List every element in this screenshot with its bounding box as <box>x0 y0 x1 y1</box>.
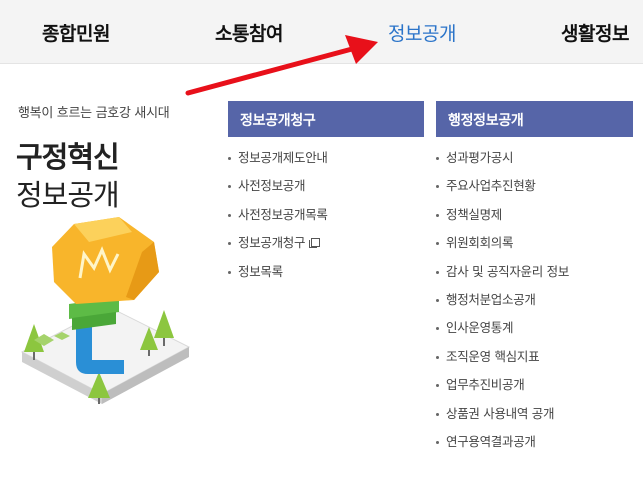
menu-item-voucher-usage[interactable]: 상품권 사용내역 공개 <box>436 404 569 432</box>
menu-item-personnel-stats[interactable]: 인사운영통계 <box>436 318 569 346</box>
nav-item-civil-service[interactable]: 종합민원 <box>42 19 110 46</box>
menu-item-admin-disposition[interactable]: 행정처분업소공개 <box>436 290 569 318</box>
column-header-info-request[interactable]: 정보공개청구 <box>228 101 424 137</box>
lightbulb-illustration <box>20 217 191 404</box>
menu-item-performance[interactable]: 성과평가공시 <box>436 148 569 176</box>
menu-item-major-projects[interactable]: 주요사업추진현황 <box>436 176 569 204</box>
new-window-icon <box>309 238 321 249</box>
menu-item-committee-minutes[interactable]: 위원회회의록 <box>436 233 569 261</box>
promo-title-secondary: 정보공개 <box>16 178 120 212</box>
menu-item-expense-disclosure[interactable]: 업무추진비공개 <box>436 375 569 403</box>
menu-item-disclosure-guide[interactable]: 정보공개제도안내 <box>228 148 328 176</box>
nav-item-info-disclosure[interactable]: 정보공개 <box>388 19 456 46</box>
admin-info-menu: 성과평가공시 주요사업추진현황 정책실명제 위원회회의록 감사 및 공직자윤리 … <box>436 148 569 460</box>
promo-title: 구정혁신 <box>16 140 120 174</box>
menu-item-research-results[interactable]: 연구용역결과공개 <box>436 432 569 460</box>
top-navigation: 종합민원 소통참여 정보공개 생활정보 <box>0 0 643 64</box>
menu-item-policy-name[interactable]: 정책실명제 <box>436 205 569 233</box>
column-header-admin-info[interactable]: 행정정보공개 <box>436 101 633 137</box>
menu-item-audit-ethics[interactable]: 감사 및 공직자윤리 정보 <box>436 262 569 290</box>
promo-subtitle: 행복이 흐르는 금호강 새시대 <box>18 106 170 121</box>
info-request-menu: 정보공개제도안내 사전정보공개 사전정보공개목록 정보공개청구 정보목록 <box>228 148 328 290</box>
menu-item-label: 정보공개청구 <box>238 235 306 251</box>
menu-item-pre-disclosure-list[interactable]: 사전정보공개목록 <box>228 205 328 233</box>
nav-item-life-info[interactable]: 생활정보 <box>561 19 629 46</box>
menu-item-pre-disclosure[interactable]: 사전정보공개 <box>228 176 328 204</box>
menu-item-disclosure-request[interactable]: 정보공개청구 <box>228 233 328 261</box>
menu-item-org-indicators[interactable]: 조직운영 핵심지표 <box>436 347 569 375</box>
nav-item-participation[interactable]: 소통참여 <box>215 19 283 46</box>
menu-item-info-list[interactable]: 정보목록 <box>228 262 328 290</box>
